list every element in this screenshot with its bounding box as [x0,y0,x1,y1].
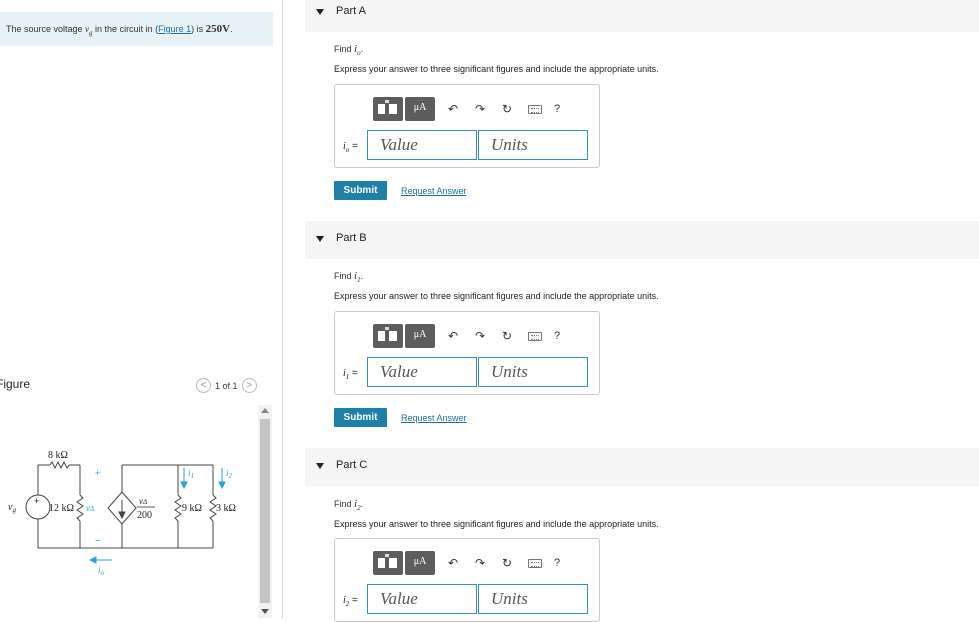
next-figure-button[interactable]: > [241,378,257,393]
redo-icon[interactable]: ↷ [471,329,489,343]
value-input[interactable]: Value [367,130,477,160]
figure-link[interactable]: Figure 1 [158,24,191,34]
r1-label: 8 kΩ [48,450,68,461]
undo-icon[interactable]: ↶ [444,556,462,570]
intro-text-mid: in the circuit in ( [92,24,159,34]
scroll-up-icon[interactable] [261,408,269,413]
part-b-instructions: Express your answer to three significant… [334,291,659,301]
dep-denominator: 200 [137,510,152,521]
intro-text-end: ) is [191,24,206,34]
submit-button[interactable]: Submit [334,408,387,427]
redo-icon[interactable]: ↷ [471,556,489,570]
panel-divider [282,0,283,618]
part-title: Part A [336,5,366,17]
collapse-icon[interactable] [316,463,324,469]
i1-label: i1 [188,468,194,480]
voltage-unit: V [222,23,231,35]
request-answer-link[interactable]: Request Answer [401,186,467,196]
part-a-header[interactable]: Part A [305,0,979,32]
part-b-answer-box: μA ↶ ↷ ↻ ? i1 = Value Units [334,311,600,395]
templates-button[interactable] [373,324,403,348]
templates-button[interactable] [373,551,403,575]
part-b-header[interactable]: Part B [305,221,979,259]
problem-statement: The source voltage vg in the circuit in … [0,12,273,46]
units-button[interactable]: μA [405,97,435,121]
help-icon[interactable]: ? [554,557,560,569]
collapse-icon[interactable] [316,236,324,242]
value-input[interactable]: Value [367,584,477,614]
units-button[interactable]: μA [405,324,435,348]
submit-button[interactable]: Submit [334,181,387,200]
answer-variable: i1 = [343,368,358,381]
keyboard-icon[interactable] [528,104,542,114]
value-input[interactable]: Value [367,357,477,387]
left-panel: The source voltage vg in the circuit in … [0,0,282,618]
i2-label: i2 [226,468,233,480]
templates-button[interactable] [373,97,403,121]
units-input[interactable]: Units [478,130,588,160]
math-toolbar: μA ↶ ↷ ↻ ? [373,97,560,121]
prev-figure-button[interactable]: < [196,378,211,393]
figure-scrollbar[interactable] [258,405,272,618]
figure-label: Figure [0,377,31,391]
part-c-answer-box: μA ↶ ↷ ↻ ? i2 = Value Units [334,538,600,622]
units-input[interactable]: Units [478,584,588,614]
answer-variable: io = [343,141,358,154]
part-a-find: Find io. [334,43,364,58]
part-b-find: Find i1. [334,270,364,285]
pager-count: 1 of 1 [215,380,238,391]
intro-var: vg [85,24,93,37]
voltage-value: 250 [205,23,223,35]
part-c-header[interactable]: Part C [305,448,979,486]
redo-icon[interactable]: ↷ [471,102,489,116]
part-a-instructions: Express your answer to three significant… [334,64,659,74]
vdelta-label: vΔ [86,503,94,513]
part-c-find: Find i2. [334,498,364,513]
part-title: Part B [336,232,367,244]
source-plus: + [34,496,39,506]
dep-numerator: vΔ [139,496,147,506]
reset-icon[interactable]: ↻ [498,556,516,570]
r3-label: 9 kΩ [182,503,202,514]
reset-icon[interactable]: ↻ [498,102,516,116]
part-title: Part C [336,459,368,471]
intro-text: The source voltage [6,24,86,34]
help-icon[interactable]: ? [554,330,560,342]
r4-label: 3 kΩ [216,503,236,514]
part-a-answer-box: μA ↶ ↷ ↻ ? io = Value Units [334,84,600,168]
undo-icon[interactable]: ↶ [444,329,462,343]
figure-pager: < 1 of 1 > [196,378,257,393]
collapse-icon[interactable] [316,9,324,15]
io-label: io [98,565,105,577]
math-toolbar: μA ↶ ↷ ↻ ? [373,324,560,348]
vdelta-plus: + [95,468,100,478]
units-button[interactable]: μA [405,551,435,575]
help-icon[interactable]: ? [554,103,560,115]
request-answer-link[interactable]: Request Answer [401,413,467,423]
keyboard-icon[interactable] [528,331,542,341]
part-c-instructions: Express your answer to three significant… [334,519,659,529]
scroll-down-icon[interactable] [261,609,269,614]
r2-label: 12 kΩ [49,503,74,514]
answer-variable: i2 = [343,595,358,608]
units-input[interactable]: Units [478,357,588,387]
scroll-thumb[interactable] [260,419,270,603]
reset-icon[interactable]: ↻ [498,329,516,343]
vg-label: vg [8,502,16,514]
keyboard-icon[interactable] [528,558,542,568]
math-toolbar: μA ↶ ↷ ↻ ? [373,551,560,575]
circuit-diagram: 8 kΩ 12 kΩ 9 kΩ 3 kΩ vg + + − vΔ vΔ 200 … [8,450,236,577]
undo-icon[interactable]: ↶ [444,102,462,116]
vdelta-minus: − [95,536,101,547]
